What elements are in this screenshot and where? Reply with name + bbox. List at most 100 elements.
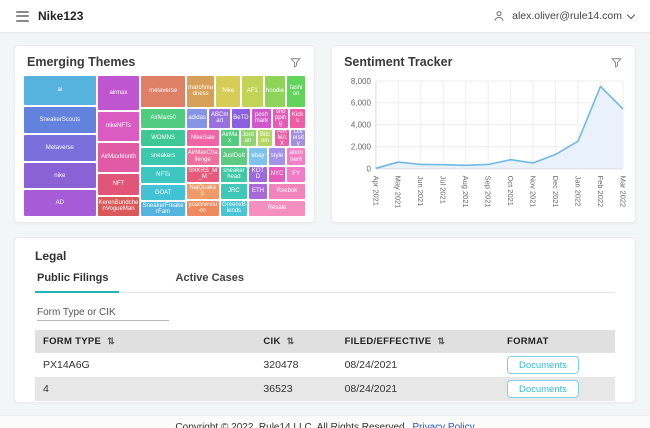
themes-treemap: aiSneakerScoutsMetaversenikeAD airmaxnike… [23, 75, 306, 217]
treemap-tile[interactable]: sneakers [140, 147, 185, 165]
svg-text:Sep 2021: Sep 2021 [484, 176, 493, 208]
emerging-themes-title: Emerging Themes [27, 55, 135, 69]
treemap-tile[interactable]: Bitcoin [257, 129, 274, 147]
treemap-tile[interactable]: AirMax50 [140, 108, 185, 129]
treemap-tile[interactable]: ebay [248, 147, 268, 165]
svg-text:Mar 2022: Mar 2022 [618, 176, 627, 208]
svg-text:Oct 2021: Oct 2021 [506, 176, 515, 206]
svg-text:4,000: 4,000 [351, 121, 372, 130]
treemap-tile[interactable]: FY [286, 166, 306, 183]
treemap-tile[interactable]: Jordan [240, 129, 257, 147]
treemap-tile[interactable]: Kicks [289, 108, 306, 129]
menu-icon[interactable] [16, 11, 29, 22]
treemap-tile[interactable]: GOAT [140, 184, 185, 201]
svg-text:Dec 2021: Dec 2021 [551, 176, 560, 208]
treemap-tile[interactable]: AirMax [220, 129, 240, 147]
treemap-tile[interactable]: Metaverse [23, 134, 97, 162]
treemap-tile[interactable]: NFT [97, 173, 141, 196]
tab-active-cases[interactable]: Active Cases [174, 272, 255, 292]
treemap-tile[interactable]: poshmark [251, 108, 272, 129]
table-cell: 365214 [255, 401, 336, 403]
treemap-tile[interactable]: NajQuakep [186, 183, 220, 200]
treemap-tile[interactable]: SneakerScouts [23, 106, 97, 134]
table-cell: PX14A6G [35, 353, 255, 377]
svg-text:0: 0 [367, 164, 372, 173]
treemap-tile[interactable]: BeTD [231, 108, 251, 129]
documents-button[interactable]: Documents [507, 380, 579, 398]
app-title: Nike123 [38, 9, 83, 23]
treemap-tile[interactable]: style [268, 147, 286, 165]
svg-text:May 2021: May 2021 [394, 176, 403, 209]
svg-text:Jul 2021: Jul 2021 [439, 176, 448, 204]
sort-icon[interactable]: ⇅ [287, 336, 295, 346]
treemap-tile[interactable]: airmax [97, 75, 141, 111]
filter-funnel-icon[interactable] [610, 56, 623, 69]
svg-text:2,000: 2,000 [351, 143, 372, 152]
treemap-tile[interactable]: WOMNS [140, 129, 185, 147]
sentiment-tracker-title: Sentiment Tracker [344, 55, 452, 69]
documents-button[interactable]: Documents [507, 356, 579, 374]
treemap-tile[interactable]: AD [23, 189, 97, 217]
svg-text:6,000: 6,000 [351, 99, 372, 108]
main-content: Emerging Themes aiSneakerScoutsMetaverse… [0, 33, 650, 415]
treemap-tile[interactable]: abonnent [286, 147, 306, 165]
treemap-tile[interactable]: Reebok [268, 183, 306, 200]
treemap-tile[interactable]: Resale [248, 200, 306, 217]
tab-public-filings[interactable]: Public Filings [35, 272, 119, 293]
filings-table: FORM TYPE⇅ CIK⇅ FILED/EFFECTIVE⇅ FORMAT … [35, 330, 615, 403]
treemap-tile[interactable]: AIRMAX [274, 129, 291, 147]
svg-text:8,000: 8,000 [351, 77, 372, 86]
chevron-down-icon [627, 10, 635, 18]
treemap-tile[interactable]: metaverse [140, 75, 185, 108]
treemap-tile[interactable]: JRC [220, 183, 248, 200]
treemap-tile[interactable]: SNKRS_M_M [186, 166, 220, 183]
treemap-tile[interactable]: nike [23, 162, 97, 189]
treemap-tile[interactable]: fashion [286, 75, 306, 108]
treemap-tile[interactable]: GreenxBlends [220, 200, 248, 217]
table-row: 436521408/24/2021Documents [35, 401, 615, 403]
table-cell: 4 [35, 401, 255, 403]
treemap-tile[interactable]: Diversity [290, 129, 306, 147]
treemap-tile[interactable]: SneakerFreakerFam [140, 201, 185, 217]
treemap-tile[interactable]: AirMaxChallenge [186, 147, 220, 165]
treemap-tile[interactable]: NikeSale [186, 129, 220, 147]
treemap-tile[interactable]: nikeNFTs [97, 111, 141, 142]
treemap-tile[interactable]: ABCmart [208, 108, 231, 129]
filter-funnel-icon[interactable] [289, 56, 302, 69]
treemap-tile[interactable]: ETH [248, 183, 268, 200]
page-footer: Copyright © 2022, Rule14 LLC, All Rights… [0, 415, 650, 428]
sentiment-chart: 02,0004,0006,0008,000Apr 2021May 2021Jun… [332, 73, 635, 227]
svg-text:Aug 2021: Aug 2021 [461, 176, 470, 208]
treemap-tile[interactable]: Nike [215, 75, 240, 108]
treemap-tile[interactable]: AF1 [241, 75, 264, 108]
treemap-tile[interactable]: KerenBundchenVogueMan [97, 196, 141, 217]
treemap-tile[interactable]: NYC [268, 166, 286, 183]
legal-title: Legal [35, 249, 615, 263]
svg-text:Feb 2022: Feb 2022 [596, 176, 605, 208]
table-cell: 08/24/2021 [337, 377, 499, 401]
user-menu[interactable]: alex.oliver@rule14.com [492, 9, 634, 23]
svg-text:Jan 2022: Jan 2022 [573, 176, 582, 207]
form-type-cik-search-input[interactable] [37, 305, 169, 321]
legal-card: Legal Public Filings Active Cases FORM T… [14, 237, 636, 403]
table-cell: 4 [35, 377, 255, 401]
treemap-tile[interactable]: KOTD [248, 166, 268, 183]
col-header-cik: CIK⇅ [255, 330, 336, 353]
treemap-tile[interactable]: JustDoIt [220, 147, 248, 165]
privacy-policy-link[interactable]: Privacy Policy [412, 422, 474, 428]
svg-text:Jun 2021: Jun 2021 [416, 176, 425, 207]
treemap-tile[interactable]: NFTs [140, 166, 185, 184]
treemap-tile[interactable]: ai [23, 75, 97, 106]
treemap-tile[interactable]: shopping [272, 108, 289, 129]
treemap-tile[interactable]: sneakerhead [220, 166, 248, 183]
treemap-tile[interactable]: marchmadness [186, 75, 216, 108]
treemap-tile[interactable]: yoannevision [186, 200, 220, 217]
sort-icon[interactable]: ⇅ [437, 336, 445, 346]
treemap-tile[interactable]: adidas [186, 108, 209, 129]
treemap-tile[interactable]: hoodie [264, 75, 287, 108]
svg-text:Nov 2021: Nov 2021 [529, 176, 538, 208]
table-row: 43652308/24/2021Documents [35, 377, 615, 401]
treemap-tile[interactable]: AirMaxMonth [97, 142, 141, 173]
sort-icon[interactable]: ⇅ [107, 336, 115, 346]
col-header-filed-effective: FILED/EFFECTIVE⇅ [337, 330, 499, 353]
